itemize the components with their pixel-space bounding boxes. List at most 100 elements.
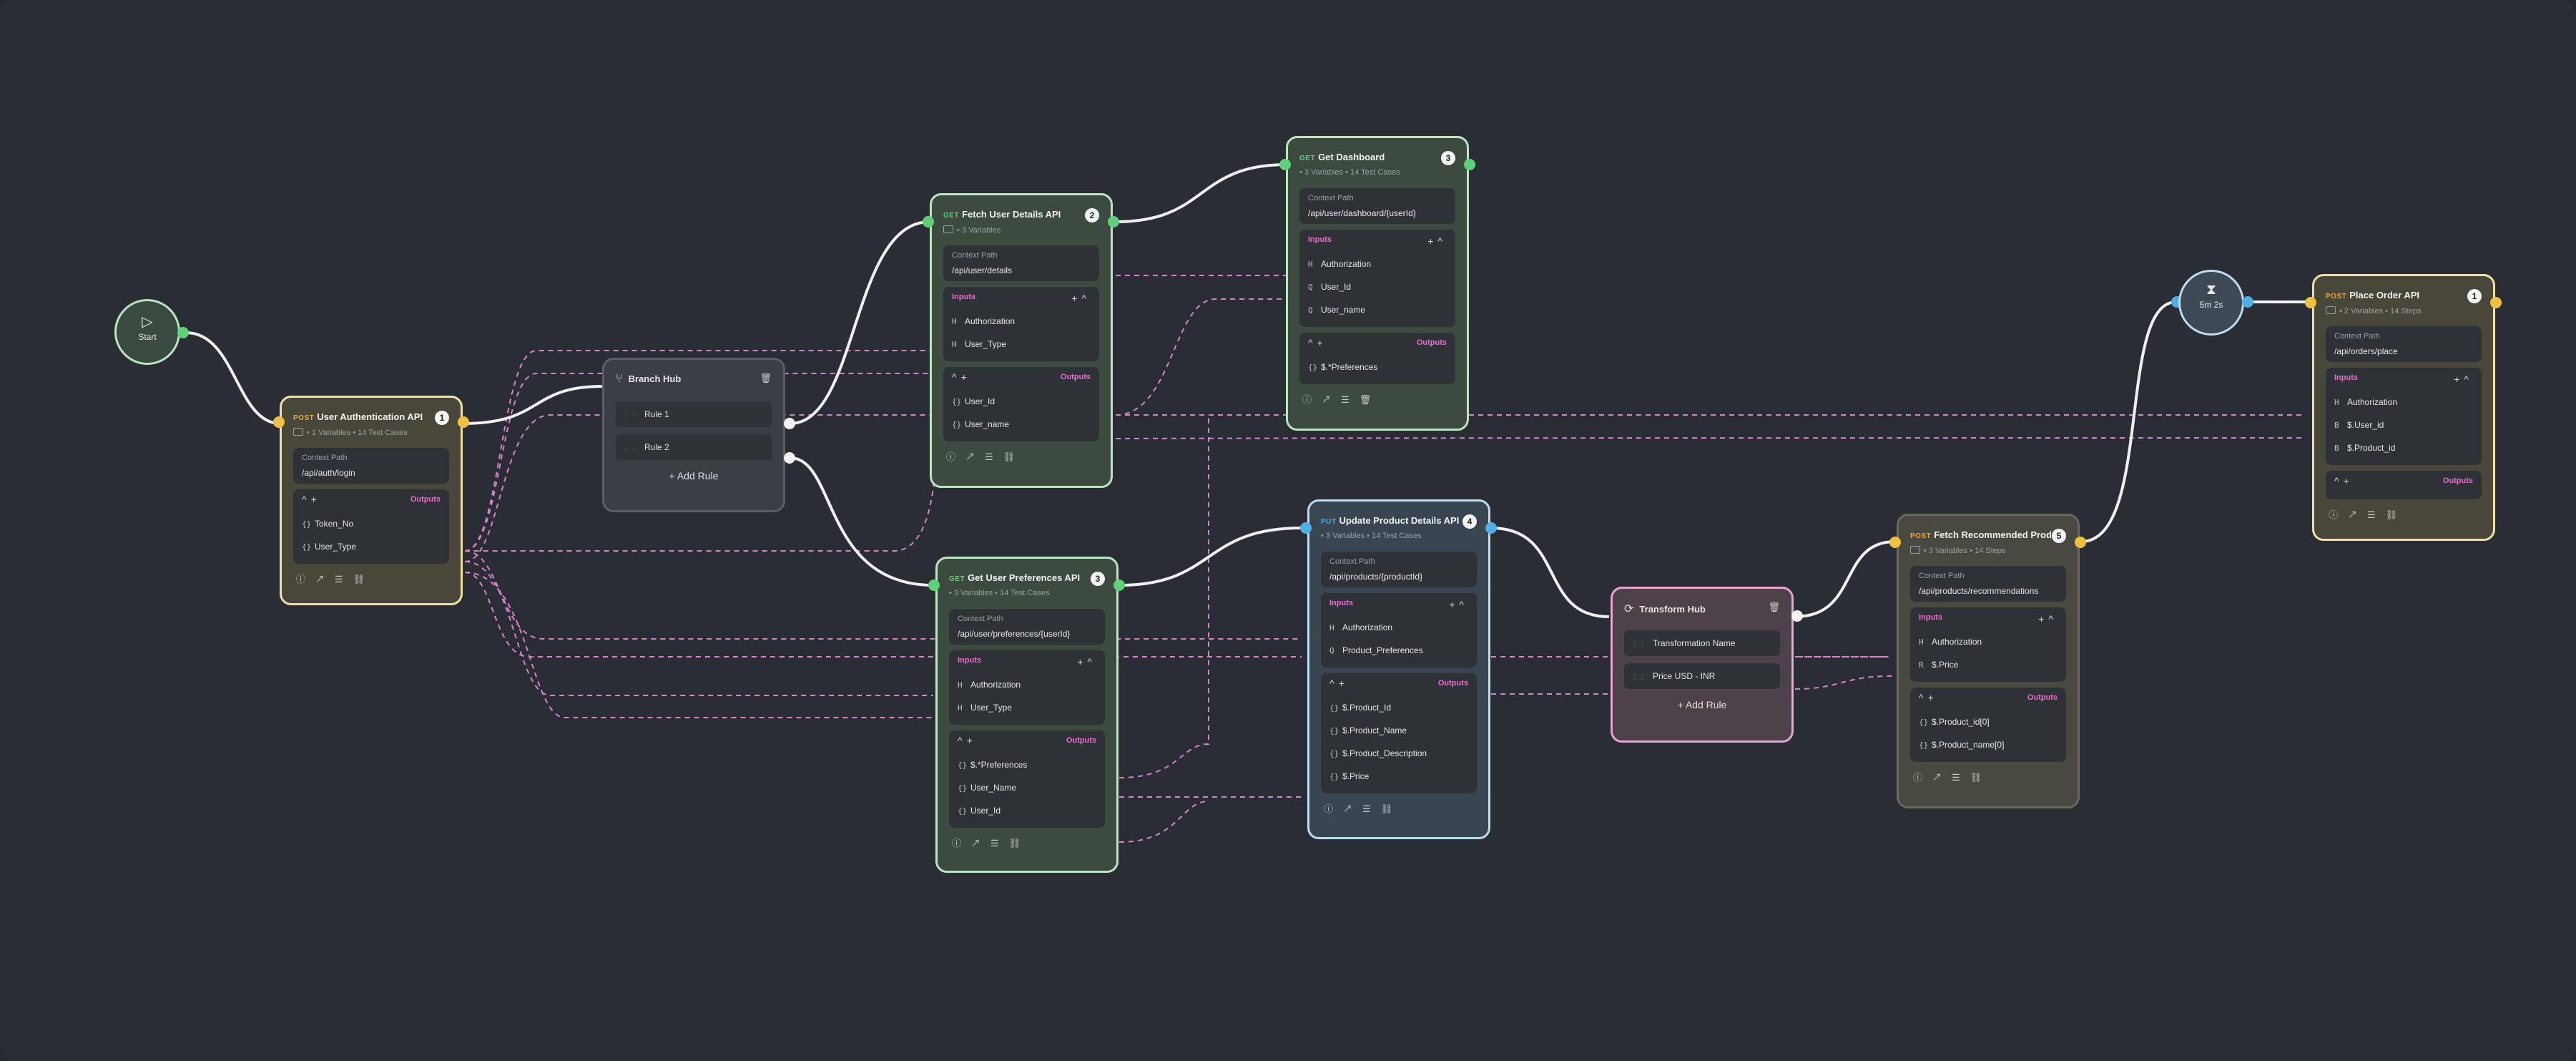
- order-output-port[interactable]: [2490, 297, 2502, 308]
- context-path-value[interactable]: /api/user/dashboard/{userId}: [1308, 208, 1447, 218]
- context-path-value[interactable]: /api/user/preferences/{userId}: [958, 629, 1096, 639]
- fetch-input-port[interactable]: [923, 216, 934, 228]
- trash-icon[interactable]: 🗑: [1768, 602, 1780, 613]
- fetch-output-port[interactable]: [1108, 216, 1119, 228]
- context-path-value[interactable]: /api/user/details: [952, 265, 1091, 275]
- add-collapse-controls[interactable]: +^: [1077, 656, 1096, 668]
- rule-item[interactable]: ⋮⋮ Transformation Name: [1624, 630, 1780, 656]
- trash-icon[interactable]: 🗑: [759, 373, 772, 384]
- input-row[interactable]: H User_Type: [952, 333, 1091, 356]
- get-user-preferences-node[interactable]: GET Get User Preferences API 3 • 3 Variab…: [935, 557, 1119, 873]
- collapse-add-controls[interactable]: ^+: [1919, 692, 1938, 703]
- output-row[interactable]: {} $.Product_Id: [1329, 696, 1468, 719]
- workflow-canvas[interactable]: ▷ Start POST User Authentication API 1 • …: [0, 0, 2576, 1061]
- object-icon: {}: [952, 420, 962, 429]
- output-row[interactable]: {} User_name: [952, 413, 1091, 436]
- input-row[interactable]: H Authorization: [952, 310, 1091, 333]
- branch-rule1-port[interactable]: [784, 418, 795, 429]
- context-path-value[interactable]: /api/orders/place: [2334, 346, 2473, 356]
- outputs-section: ^+ Outputs {} $.*Preferences: [1299, 333, 1455, 384]
- collapse-add-controls[interactable]: ^+: [952, 371, 971, 383]
- node-toolbar[interactable]: ⓘ↗☰⛓: [943, 441, 1099, 473]
- output-row[interactable]: {} $.Price: [1329, 765, 1468, 788]
- add-collapse-controls[interactable]: +^: [2038, 613, 2058, 625]
- output-row[interactable]: {} $.Product_Name: [1329, 719, 1468, 742]
- fetch-user-details-node[interactable]: GET Fetch User Details API 2 • 3 Variable…: [930, 193, 1113, 488]
- node-title: Update Product Details API: [1339, 515, 1460, 526]
- input-row[interactable]: B $.Product_id: [2334, 436, 2473, 459]
- output-row[interactable]: {} $.Product_name[0]: [1919, 733, 2058, 756]
- input-row[interactable]: H Authorization: [1919, 630, 2058, 653]
- collapse-add-controls[interactable]: ^+: [2334, 475, 2354, 487]
- update-input-port[interactable]: [1300, 522, 1312, 534]
- input-row[interactable]: Q Product_Preferences: [1329, 639, 1468, 662]
- auth-output-port[interactable]: [458, 416, 469, 428]
- method-badge: POST: [293, 414, 315, 422]
- branch-rule2-port[interactable]: [784, 452, 795, 464]
- output-row[interactable]: {} $.Product_id[0]: [1919, 710, 2058, 733]
- input-row[interactable]: H Authorization: [1308, 253, 1447, 275]
- rule-item[interactable]: ⋮⋮ Rule 1: [616, 401, 772, 427]
- get-dashboard-node[interactable]: GET Get Dashboard 3 • 3 Variables • 14 Te…: [1286, 136, 1469, 431]
- header-icon: H: [1308, 260, 1313, 269]
- output-row[interactable]: {} $.*Preferences: [958, 753, 1096, 776]
- node-toolbar[interactable]: ⓘ↗☰⛓: [2326, 499, 2482, 531]
- input-row[interactable]: H User_Type: [958, 696, 1096, 719]
- recommend-output-port[interactable]: [2075, 537, 2086, 548]
- user-authentication-node[interactable]: POST User Authentication API 1 • 1 Variab…: [280, 396, 463, 605]
- collapse-add-controls[interactable]: ^+: [1329, 678, 1349, 689]
- add-collapse-controls[interactable]: +^: [1427, 235, 1447, 247]
- output-row[interactable]: {} $.*Preferences: [1308, 356, 1447, 378]
- start-output-port[interactable]: [177, 327, 189, 338]
- output-row[interactable]: {} User_Id: [952, 390, 1091, 413]
- timer-output-port[interactable]: [2242, 296, 2253, 308]
- update-product-details-node[interactable]: PUT Update Product Details API 4 • 3 Vari…: [1307, 499, 1490, 839]
- node-toolbar[interactable]: ⓘ↗☰⛓: [293, 564, 449, 595]
- output-row[interactable]: {} User_Id: [958, 799, 1096, 822]
- order-input-port[interactable]: [2305, 297, 2316, 308]
- rule-item[interactable]: ⋮⋮ Price USD - INR: [1624, 663, 1780, 689]
- output-row[interactable]: {} User_Type: [302, 535, 441, 558]
- input-row[interactable]: B $.User_id: [2334, 414, 2473, 436]
- dashboard-input-port[interactable]: [1279, 159, 1291, 170]
- collapse-add-controls[interactable]: ^+: [1308, 337, 1327, 348]
- delay-timer-node[interactable]: ⧗ 5m 2s: [2178, 270, 2244, 336]
- node-toolbar[interactable]: ⓘ↗☰⛓: [949, 828, 1105, 859]
- branch-hub-node[interactable]: ⑂ Branch Hub 🗑 ⋮⋮ Rule 1 ⋮⋮ Rule 2 + Add Rul…: [602, 358, 785, 512]
- fetch-recommended-products-node[interactable]: POST Fetch Recommended Prod... 5 • 3 Vari…: [1897, 514, 2080, 808]
- start-node[interactable]: ▷ Start: [114, 299, 180, 365]
- node-toolbar[interactable]: ⓘ↗☰⛓: [1321, 793, 1477, 825]
- dashboard-output-port[interactable]: [1464, 159, 1475, 170]
- input-row[interactable]: R $.Price: [1919, 653, 2058, 676]
- collapse-add-controls[interactable]: ^+: [958, 735, 977, 746]
- input-row[interactable]: H Authorization: [2334, 391, 2473, 414]
- place-order-node[interactable]: POST Place Order API 1 • 2 Variables • 14…: [2312, 274, 2495, 541]
- rule-item[interactable]: ⋮⋮ Rule 2: [616, 434, 772, 460]
- transform-output-port[interactable]: [1791, 610, 1803, 622]
- context-path-value[interactable]: /api/products/recommendations: [1919, 586, 2058, 596]
- add-rule-button[interactable]: + Add Rule: [1624, 699, 1780, 710]
- recommend-input-port[interactable]: [1889, 537, 1901, 548]
- transform-hub-node[interactable]: ⟳ Transform Hub 🗑 ⋮⋮ Transformation Name ⋮⋮…: [1611, 587, 1794, 743]
- add-collapse-controls[interactable]: +^: [1071, 293, 1091, 304]
- node-toolbar[interactable]: ⓘ↗☰🗑: [1299, 384, 1455, 416]
- input-row[interactable]: Q User_name: [1308, 298, 1447, 321]
- input-row[interactable]: H Authorization: [958, 673, 1096, 696]
- input-row[interactable]: Q User_Id: [1308, 275, 1447, 298]
- prefs-output-port[interactable]: [1114, 580, 1125, 591]
- add-collapse-controls[interactable]: +^: [2454, 373, 2473, 385]
- output-row[interactable]: {} $.Product_Description: [1329, 742, 1468, 765]
- input-row[interactable]: H Authorization: [1329, 616, 1468, 639]
- context-path-value[interactable]: /api/auth/login: [302, 468, 441, 478]
- collapse-add-controls[interactable]: ^+: [302, 494, 321, 505]
- context-path-value[interactable]: /api/products/{productId}: [1329, 572, 1468, 582]
- auth-input-port[interactable]: [273, 416, 285, 428]
- variables-icon: [943, 225, 953, 233]
- output-row[interactable]: {} User_Name: [958, 776, 1096, 799]
- prefs-input-port[interactable]: [928, 580, 940, 591]
- add-rule-button[interactable]: + Add Rule: [616, 470, 772, 481]
- add-collapse-controls[interactable]: +^: [1449, 599, 1468, 610]
- output-row[interactable]: {} Token_No: [302, 512, 441, 535]
- node-toolbar[interactable]: ⓘ↗☰⛓: [1910, 762, 2066, 793]
- update-output-port[interactable]: [1485, 522, 1497, 534]
